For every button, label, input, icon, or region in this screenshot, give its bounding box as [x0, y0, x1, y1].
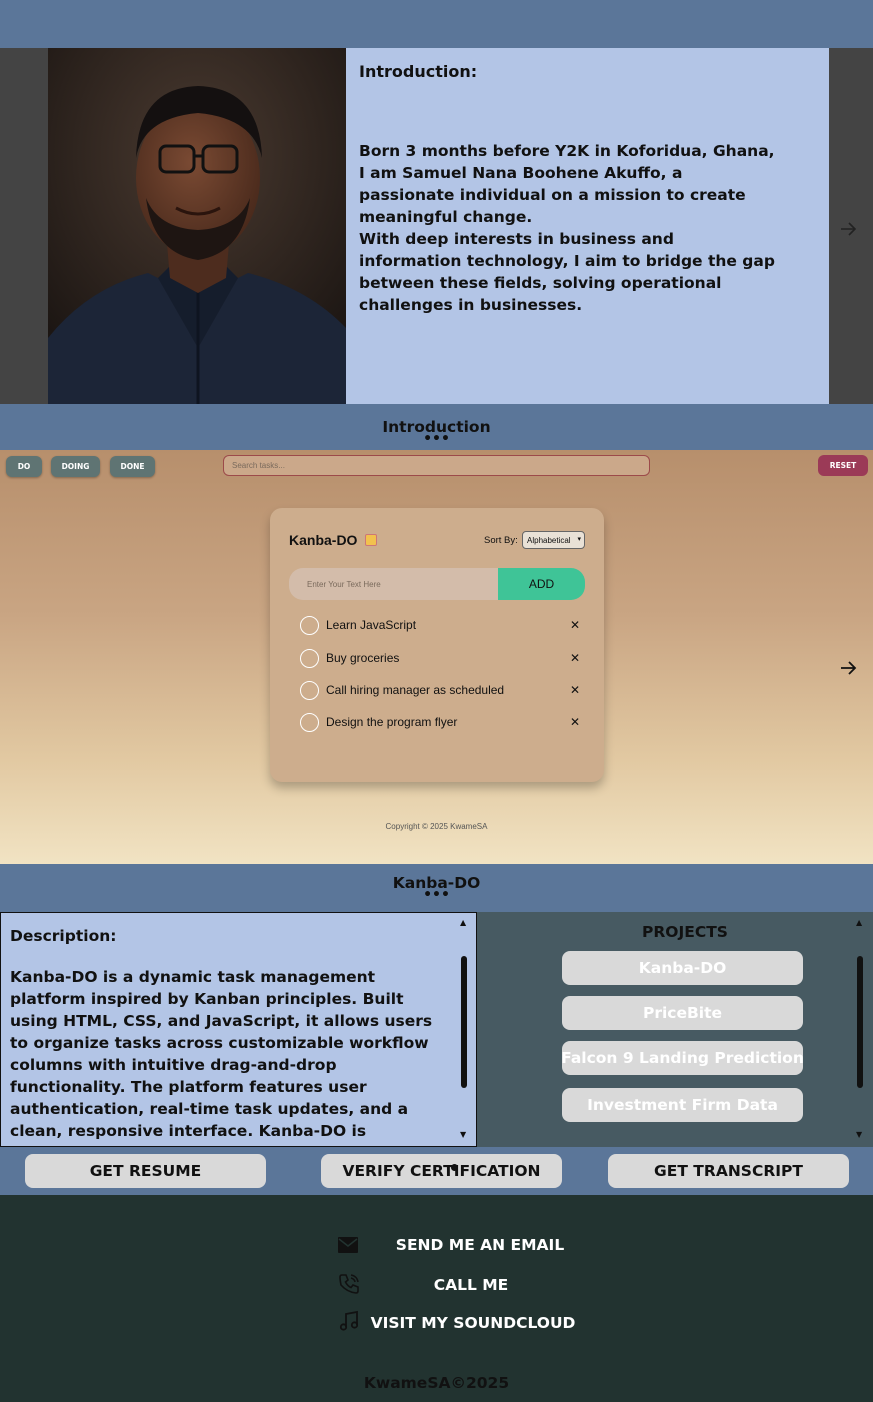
kanba-copyright: Copyright © 2025 KwameSA [385, 822, 488, 831]
checkbox-circle[interactable] [300, 680, 319, 700]
phone-icon [337, 1272, 361, 1300]
envelope-icon [337, 1236, 359, 1258]
kanba-caption-band: Kanba-DO ••• [0, 864, 873, 912]
close-icon[interactable]: ✕ [570, 715, 580, 729]
task-label: Call hiring manager as scheduled [326, 683, 505, 697]
intro-paragraph: With deep interests in business and info… [359, 230, 775, 314]
sort-label: Sort By: [484, 535, 518, 546]
intro-paragraph: Born 3 months before Y2K in Koforidua, G… [359, 142, 775, 226]
intro-text-panel: Introduction: Born 3 months before Y2K i… [346, 48, 829, 404]
close-icon[interactable]: ✕ [570, 651, 580, 665]
scroll-down-icon[interactable]: ▼ [460, 1131, 466, 1139]
verify-certification-button[interactable]: VERIFY CERTIFICATION [321, 1154, 562, 1188]
task-label: Design the program flyer [326, 715, 458, 729]
description-heading: Description: [10, 927, 117, 945]
project-button-falcon-9[interactable]: Falcon 9 Landing Prediction [561, 1041, 804, 1075]
call-link[interactable]: CALL ME [380, 1276, 562, 1294]
notepad-icon [365, 534, 378, 546]
soundcloud-link[interactable]: VISIT MY SOUNDCLOUD [370, 1314, 576, 1332]
music-note-icon [337, 1309, 361, 1337]
tab-done[interactable]: DONE [110, 456, 155, 477]
task-label: Learn JavaScript [326, 618, 417, 632]
todo-title-text: Kanba-DO [289, 532, 358, 548]
checkbox-circle[interactable] [300, 712, 319, 732]
arrow-right-icon[interactable] [839, 219, 859, 244]
sort-select[interactable]: Alphabetical ▾ [522, 531, 585, 549]
intro-caption-band: Introduction ••• [0, 404, 873, 450]
get-resume-button[interactable]: GET RESUME [25, 1154, 266, 1188]
search-input[interactable]: Search tasks... [223, 455, 650, 476]
task-item: Buy groceries ✕ [300, 648, 580, 668]
close-icon[interactable]: ✕ [570, 683, 580, 697]
checkbox-circle[interactable] [300, 615, 319, 635]
scroll-up-icon[interactable]: ▲ [856, 919, 862, 927]
header-band [0, 0, 873, 48]
task-item: Call hiring manager as scheduled ✕ [300, 680, 580, 700]
todo-title: Kanba-DO [289, 532, 378, 548]
description-panel[interactable]: Description: Kanba-DO is a dynamic task … [0, 912, 477, 1147]
close-icon[interactable]: ✕ [570, 618, 580, 632]
project-button-investment-firm[interactable]: Investment Firm Data [562, 1088, 803, 1122]
project-button-kanba-do[interactable]: Kanba-DO [562, 951, 803, 985]
tab-doing[interactable]: DOING [51, 456, 100, 477]
slide-dots[interactable]: ••• [0, 432, 873, 446]
add-button[interactable]: ADD [498, 568, 585, 600]
task-item: Learn JavaScript ✕ [300, 615, 580, 635]
intro-heading: Introduction: [359, 62, 478, 81]
description-scrollbar[interactable] [461, 956, 467, 1088]
chevron-down-icon: ▾ [577, 536, 581, 543]
slide-dots[interactable]: ••• [0, 888, 873, 902]
kanba-do-slide: DO DOING DONE Search tasks... RESET Kanb… [0, 450, 873, 864]
get-transcript-button[interactable]: GET TRANSCRIPT [608, 1154, 849, 1188]
portrait-photo [48, 48, 346, 404]
task-item: Design the program flyer ✕ [300, 712, 580, 732]
projects-heading: PROJECTS [642, 923, 728, 941]
task-label: Buy groceries [326, 651, 400, 665]
sort-select-value: Alphabetical [527, 535, 571, 545]
cursor-dot [451, 1164, 458, 1171]
scroll-down-icon[interactable]: ▼ [856, 1131, 862, 1139]
scroll-up-icon[interactable]: ▲ [460, 919, 466, 927]
description-body: Kanba-DO is a dynamic task management pl… [10, 968, 433, 1146]
footer [0, 1195, 873, 1402]
projects-panel: PROJECTS Kanba-DO PriceBite Falcon 9 Lan… [477, 912, 873, 1147]
reset-button[interactable]: RESET [818, 455, 868, 476]
task-input[interactable]: Enter Your Text Here [289, 568, 501, 600]
tab-do[interactable]: DO [6, 456, 42, 477]
arrow-right-icon[interactable] [839, 658, 859, 683]
todo-card: Kanba-DO Sort By: Alphabetical ▾ Enter Y… [270, 508, 604, 782]
intro-body: Born 3 months before Y2K in Koforidua, G… [359, 140, 779, 316]
projects-scrollbar[interactable] [857, 956, 863, 1088]
email-link[interactable]: SEND ME AN EMAIL [380, 1236, 580, 1254]
project-button-pricebite[interactable]: PriceBite [562, 996, 803, 1030]
footer-copyright: KwameSA©2025 [363, 1374, 510, 1392]
checkbox-circle[interactable] [300, 648, 319, 668]
